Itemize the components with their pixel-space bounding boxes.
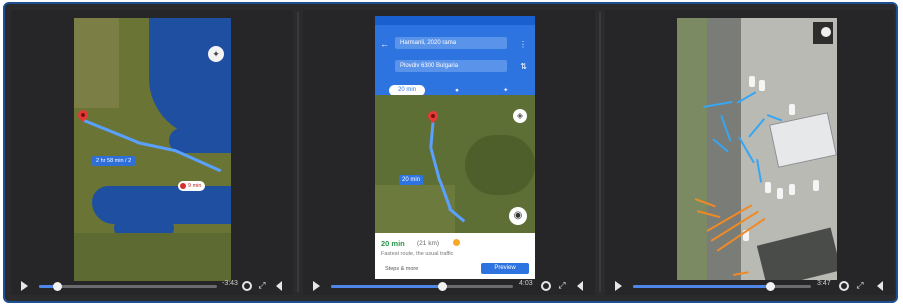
origin-field[interactable]: Harmanli, 2020 rama xyxy=(395,37,507,49)
car xyxy=(759,80,765,91)
layers-icon[interactable] xyxy=(513,109,527,123)
seek-handle[interactable] xyxy=(52,282,62,291)
play-icon[interactable] xyxy=(313,281,320,291)
route-summary-card[interactable]: 20 min (21 km) Fastest route, the usual … xyxy=(375,233,535,279)
video-player-1[interactable]: 2 hr 58 min / 2 9 min -3:43 ⤢ xyxy=(11,10,293,295)
seek-handle[interactable] xyxy=(438,282,448,291)
land-area xyxy=(74,233,231,281)
steps-link[interactable]: Steps & more xyxy=(385,266,418,272)
car xyxy=(789,104,795,115)
fullscreen-icon[interactable]: ⤢ xyxy=(557,280,567,290)
aerial-annotation-video[interactable] xyxy=(677,18,837,280)
route-duration-label: 20 min xyxy=(399,175,424,185)
play-icon[interactable] xyxy=(615,281,622,291)
seek-bar[interactable] xyxy=(39,282,217,291)
route-distance: (21 km) xyxy=(417,240,440,247)
land-area xyxy=(74,18,119,108)
more-options-icon[interactable]: ⋮ xyxy=(519,40,527,49)
video-collage-frame: 2 hr 58 min / 2 9 min -3:43 ⤢ ← Harmanli… xyxy=(3,2,898,303)
preview-button[interactable]: Preview xyxy=(481,263,529,274)
volume-icon[interactable] xyxy=(577,281,583,291)
video-controls: 4:03 ⤢ xyxy=(303,277,595,295)
video-player-2[interactable]: ← Harmanli, 2020 rama ⋮ Plovdiv 6300 Bul… xyxy=(303,10,595,295)
car xyxy=(777,188,783,199)
panel-divider xyxy=(599,12,601,292)
play-icon[interactable] xyxy=(21,281,28,291)
car xyxy=(813,180,819,191)
car xyxy=(749,76,755,87)
car xyxy=(789,184,795,195)
destination-label: 9 min xyxy=(178,181,206,191)
directions-header: ← Harmanli, 2020 rama ⋮ Plovdiv 6300 Bul… xyxy=(375,25,535,96)
time-remaining: -3:43 xyxy=(222,280,238,287)
route-description: Fastest route, the usual traffic xyxy=(381,251,454,257)
satellite-map-video[interactable]: 2 hr 58 min / 2 9 min xyxy=(74,18,231,281)
destination-field[interactable]: Plovdiv 6300 Bulgaria xyxy=(395,60,507,72)
swap-icon[interactable]: ⇅ xyxy=(520,62,527,71)
fullscreen-icon[interactable]: ⤢ xyxy=(257,280,267,290)
back-arrow-icon[interactable]: ← xyxy=(380,39,389,49)
route-duration-label: 2 hr 58 min / 2 xyxy=(92,156,136,166)
street-view-icon[interactable] xyxy=(509,207,527,225)
video-player-3[interactable]: 3:47 ⤢ xyxy=(605,10,894,295)
terrain-area xyxy=(465,135,535,195)
volume-icon[interactable] xyxy=(276,281,282,291)
phone-status-bar xyxy=(375,16,535,25)
settings-icon[interactable] xyxy=(242,281,252,291)
settings-icon[interactable] xyxy=(541,281,551,291)
compass-icon[interactable] xyxy=(821,27,831,37)
volume-icon[interactable] xyxy=(877,281,883,291)
seek-bar[interactable] xyxy=(331,282,513,291)
time-elapsed: 4:03 xyxy=(519,280,533,287)
navigation-app-video[interactable]: ← Harmanli, 2020 rama ⋮ Plovdiv 6300 Bul… xyxy=(375,16,535,279)
route-time: 20 min xyxy=(381,239,405,248)
seek-handle[interactable] xyxy=(766,282,776,291)
seek-progress xyxy=(331,285,443,288)
compass-icon[interactable] xyxy=(208,46,224,62)
seek-progress xyxy=(633,285,771,288)
video-controls: 3:47 ⤢ xyxy=(605,277,894,295)
car xyxy=(765,182,771,193)
seek-bar[interactable] xyxy=(633,282,811,291)
fullscreen-icon[interactable]: ⤢ xyxy=(855,280,865,290)
settings-icon[interactable] xyxy=(839,281,849,291)
time-elapsed: 3:47 xyxy=(817,280,831,287)
video-controls: -3:43 ⤢ xyxy=(11,277,293,295)
traffic-warning-icon xyxy=(453,239,460,246)
route-map[interactable]: 20 min xyxy=(375,95,535,233)
sea-area xyxy=(169,128,231,153)
vegetation-strip xyxy=(677,18,707,280)
panel-divider xyxy=(297,12,299,292)
